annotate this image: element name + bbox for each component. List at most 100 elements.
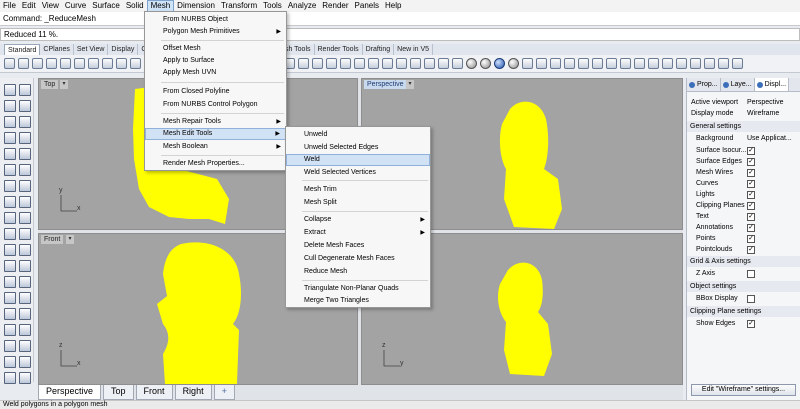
menu-item-delete-mesh-faces[interactable]: Delete Mesh Faces	[286, 240, 430, 252]
display-option-checkbox[interactable]: ✓	[747, 224, 755, 232]
toolbar-tool-icon[interactable]	[382, 58, 393, 69]
toolbar-tool-icon[interactable]	[4, 58, 15, 69]
chevron-down-icon[interactable]: ▾	[406, 80, 414, 89]
viewport-tab-front[interactable]: Front	[135, 385, 173, 400]
toolbar-tool-icon[interactable]	[732, 58, 743, 69]
menu-item-extract[interactable]: Extract ▶	[286, 227, 430, 239]
display-option-checkbox[interactable]: ✓	[747, 147, 755, 155]
menu-item-apply-to-surface[interactable]: Apply to Surface	[145, 55, 286, 67]
palette-tool-icon[interactable]	[4, 212, 16, 224]
display-option-checkbox[interactable]: ✓	[747, 158, 755, 166]
viewport-tab-top[interactable]: Top	[103, 385, 134, 400]
palette-tool-icon[interactable]	[19, 132, 31, 144]
menu-item-unweld[interactable]: Unweld	[286, 129, 430, 141]
toolbar-tool-icon[interactable]	[522, 58, 533, 69]
menu-item-render-mesh-properties[interactable]: Render Mesh Properties...	[145, 158, 286, 170]
palette-tool-icon[interactable]	[4, 292, 16, 304]
panel-tab-0[interactable]: Prop...	[687, 78, 721, 91]
palette-tool-icon[interactable]	[4, 308, 16, 320]
menu-item-triangulate-non-planar-quads[interactable]: Triangulate Non-Planar Quads	[286, 283, 430, 295]
palette-tool-icon[interactable]	[4, 244, 16, 256]
toolbar-tool-icon[interactable]	[648, 58, 659, 69]
palette-tool-icon[interactable]	[4, 228, 16, 240]
bbox-checkbox[interactable]	[747, 295, 755, 303]
menu-item-cull-degenerate-mesh-faces[interactable]: Cull Degenerate Mesh Faces	[286, 253, 430, 265]
palette-tool-icon[interactable]	[19, 276, 31, 288]
palette-tool-icon[interactable]	[19, 292, 31, 304]
menu-item-from-nurbs-object[interactable]: From NURBS Object	[145, 14, 286, 26]
menu-panels[interactable]: Panels	[352, 0, 382, 12]
toolbar-tool-icon[interactable]	[620, 58, 631, 69]
add-viewport-tab[interactable]: +	[213, 385, 235, 400]
toolbar-tool-icon[interactable]	[452, 58, 463, 69]
menu-item-offset-mesh[interactable]: Offset Mesh	[145, 43, 286, 55]
palette-tool-icon[interactable]	[19, 372, 31, 384]
menu-item-from-nurbs-control-polygon[interactable]: From NURBS Control Polygon	[145, 99, 286, 111]
palette-tool-icon[interactable]	[4, 148, 16, 160]
palette-tool-icon[interactable]	[19, 84, 31, 96]
show-edges-checkbox[interactable]: ✓	[747, 320, 755, 328]
menu-curve[interactable]: Curve	[62, 0, 89, 12]
palette-tool-icon[interactable]	[4, 132, 16, 144]
active-viewport-value[interactable]: Perspective	[747, 97, 784, 108]
palette-tool-icon[interactable]	[19, 196, 31, 208]
menu-item-weld[interactable]: Weld	[286, 154, 430, 166]
toolbar-tool-icon[interactable]	[564, 58, 575, 69]
menu-item-mesh-split[interactable]: Mesh Split	[286, 197, 430, 209]
palette-tool-icon[interactable]	[4, 164, 16, 176]
tab-standard[interactable]: Standard	[4, 44, 41, 55]
command-prompt[interactable]: Reduced 11 %.	[0, 28, 800, 41]
tab-drafting[interactable]: Drafting	[363, 44, 395, 55]
tab-render-tools[interactable]: Render Tools	[315, 44, 363, 55]
panel-tab-2[interactable]: Displ...	[754, 78, 790, 91]
menu-help[interactable]: Help	[382, 0, 404, 12]
toolbar-tool-icon[interactable]	[550, 58, 561, 69]
tab-cplanes[interactable]: CPlanes	[40, 44, 74, 55]
toolbar-tool-icon[interactable]	[634, 58, 645, 69]
palette-tool-icon[interactable]	[4, 100, 16, 112]
menu-item-polygon-mesh-primitives[interactable]: Polygon Mesh Primitives ▶	[145, 26, 286, 38]
toolbar-tool-icon[interactable]	[298, 58, 309, 69]
toolbar-tool-icon[interactable]	[18, 58, 29, 69]
toolbar-tool-icon[interactable]	[46, 58, 57, 69]
background-value[interactable]: Use Applicat...	[747, 133, 792, 144]
menu-item-unweld-selected-edges[interactable]: Unweld Selected Edges	[286, 142, 430, 154]
toolbar-tool-icon[interactable]	[536, 58, 547, 69]
menu-item-mesh-trim[interactable]: Mesh Trim	[286, 184, 430, 196]
menu-item-weld-selected-vertices[interactable]: Weld Selected Vertices	[286, 167, 430, 179]
toolbar-tool-icon[interactable]	[662, 58, 673, 69]
toolbar-tool-icon[interactable]	[592, 58, 603, 69]
panel-tab-1[interactable]: Laye...	[721, 78, 755, 91]
palette-tool-icon[interactable]	[19, 260, 31, 272]
toolbar-tool-icon[interactable]	[424, 58, 435, 69]
edit-wireframe-settings-button[interactable]: Edit "Wireframe" settings...	[691, 384, 796, 396]
menu-item-collapse[interactable]: Collapse ▶	[286, 214, 430, 226]
palette-tool-icon[interactable]	[19, 244, 31, 256]
palette-tool-icon[interactable]	[19, 116, 31, 128]
menu-item-mesh-repair-tools[interactable]: Mesh Repair Tools ▶	[145, 116, 286, 128]
palette-tool-icon[interactable]	[4, 116, 16, 128]
palette-tool-icon[interactable]	[4, 276, 16, 288]
palette-tool-icon[interactable]	[4, 356, 16, 368]
menu-render[interactable]: Render	[319, 0, 351, 12]
toolbar-tool-icon[interactable]	[130, 58, 141, 69]
palette-tool-icon[interactable]	[4, 84, 16, 96]
toolbar-tool-icon[interactable]	[74, 58, 85, 69]
toolbar-tool-icon[interactable]	[326, 58, 337, 69]
palette-tool-icon[interactable]	[19, 100, 31, 112]
menu-analyze[interactable]: Analyze	[285, 0, 319, 12]
toolbar-tool-icon[interactable]	[312, 58, 323, 69]
menu-view[interactable]: View	[39, 0, 62, 12]
menu-item-mesh-edit-tools[interactable]: Mesh Edit Tools ▶	[145, 128, 286, 140]
palette-tool-icon[interactable]	[19, 308, 31, 320]
toolbar-tool-icon[interactable]	[116, 58, 127, 69]
display-option-checkbox[interactable]: ✓	[747, 180, 755, 188]
toolbar-tool-icon[interactable]	[494, 58, 505, 69]
palette-tool-icon[interactable]	[19, 212, 31, 224]
palette-tool-icon[interactable]	[19, 148, 31, 160]
menu-item-reduce-mesh[interactable]: Reduce Mesh	[286, 266, 430, 278]
toolbar-tool-icon[interactable]	[480, 58, 491, 69]
display-option-checkbox[interactable]: ✓	[747, 235, 755, 243]
menu-surface[interactable]: Surface	[89, 0, 123, 12]
display-mode-value[interactable]: Wireframe	[747, 108, 779, 119]
